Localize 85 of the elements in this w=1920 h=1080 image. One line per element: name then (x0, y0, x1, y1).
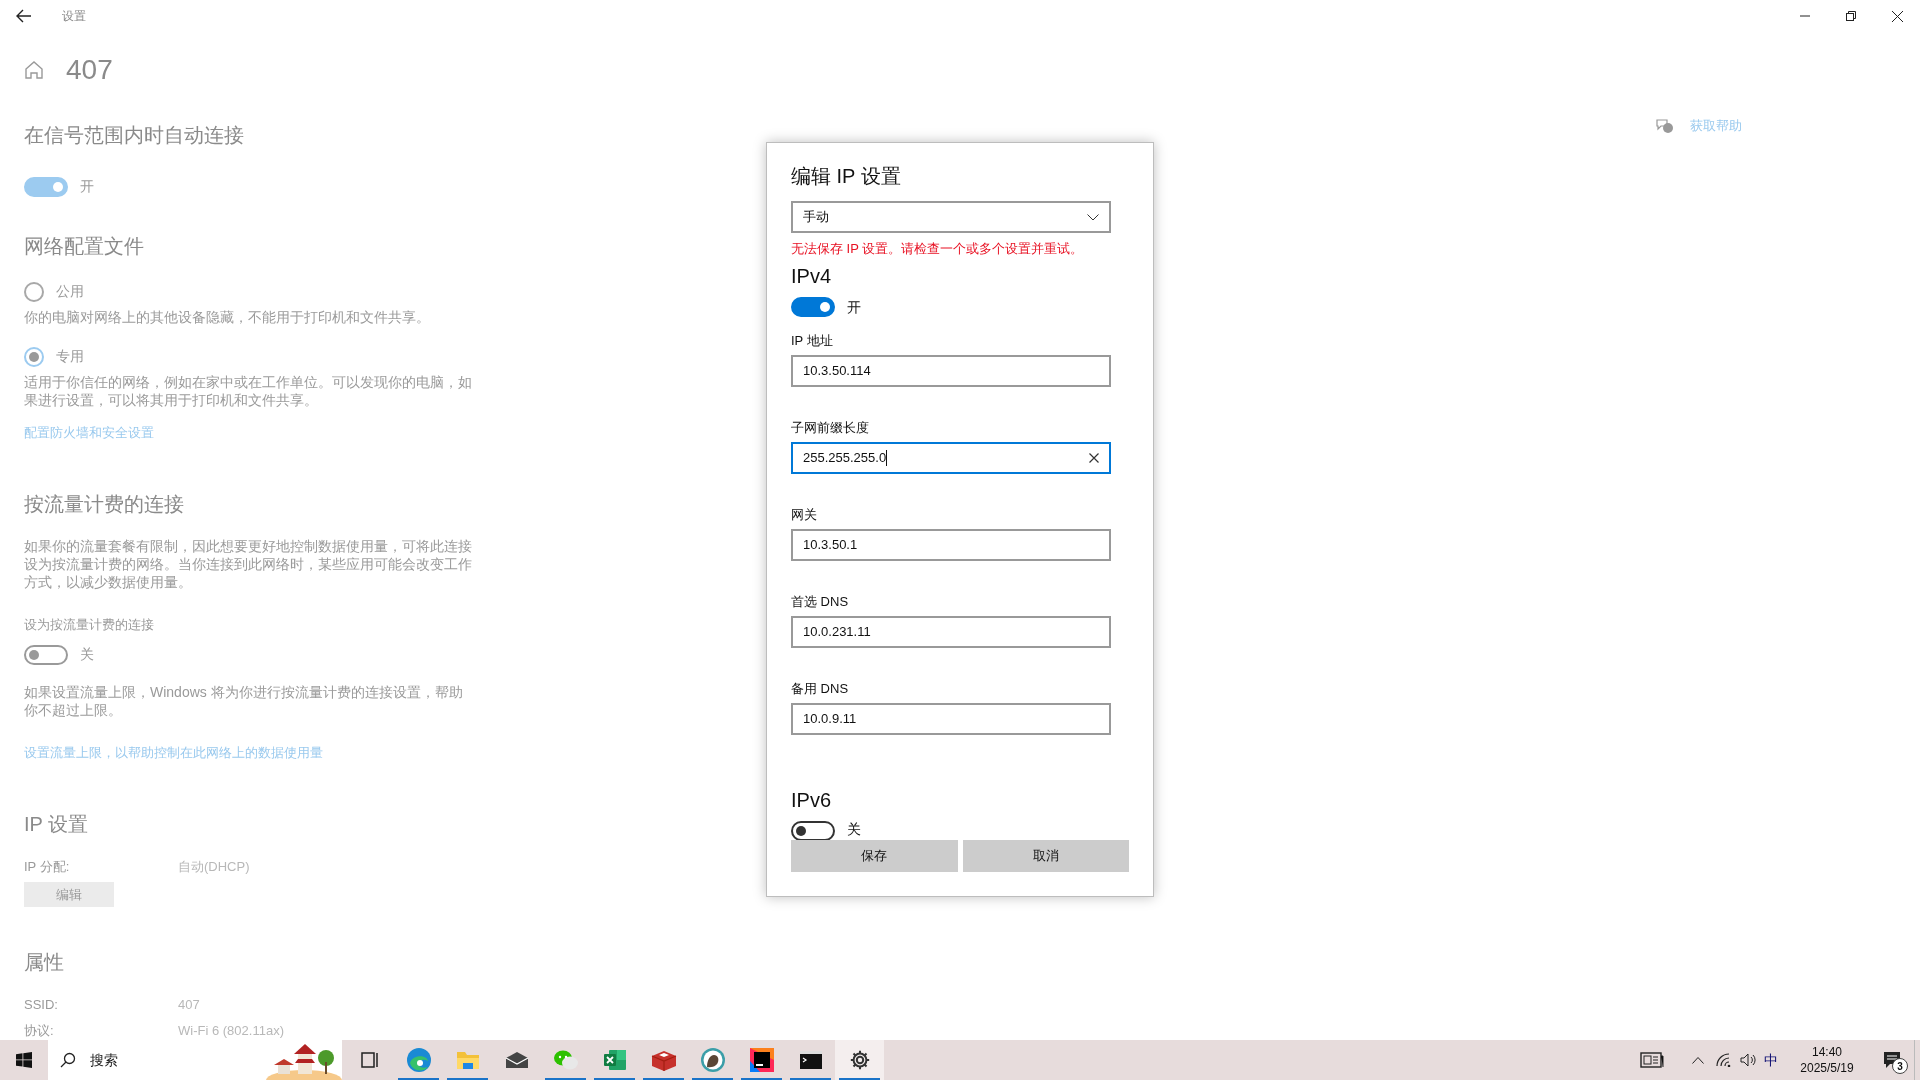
cancel-button[interactable]: 取消 (962, 840, 1129, 872)
toggle-switch[interactable] (791, 297, 835, 317)
property-value: 407 (178, 996, 200, 1014)
toggle-state-label: 开 (847, 297, 861, 317)
clock[interactable]: 14:40 2025/5/19 (1790, 1044, 1864, 1076)
toggle-state-label: 开 (80, 177, 94, 196)
toggle-state-label: 关 (80, 645, 94, 664)
text-field[interactable]: 10.3.50.114 (791, 354, 1111, 387)
round-badge-icon (699, 1047, 726, 1073)
running-indicator (545, 1078, 586, 1080)
search-icon (60, 1052, 76, 1068)
metered-description: 如果你的流量套餐有限制，因此想要更好地控制数据使用量，可将此连接设为按流量计费的网络。当你连接到此网络时，某些应用可能会改变工作方式，以减少数据使用量。 (24, 536, 473, 591)
browser-icon (405, 1047, 432, 1073)
toggle-switch[interactable] (791, 820, 835, 840)
newspaper-icon (1640, 1052, 1664, 1068)
property-value: 自动(DHCP) (178, 857, 250, 876)
running-indicator (398, 1078, 439, 1080)
section-heading: 属性 (24, 950, 64, 975)
section-heading: 按流量计费的连接 (24, 491, 184, 517)
running-indicator (741, 1078, 782, 1080)
folder-icon (455, 1049, 480, 1071)
text-field[interactable]: 10.3.50.1 (791, 528, 1111, 561)
section-heading: IPv6 (791, 787, 832, 813)
toggle-caption: 设为按流量计费的连接 (24, 615, 154, 634)
chat-bubbles-icon (552, 1049, 579, 1071)
search-field[interactable]: 搜索 (48, 1040, 342, 1080)
field-label: IP 地址 (791, 331, 834, 350)
gear-icon (848, 1049, 871, 1071)
field-label: 首选 DNS (791, 592, 850, 611)
running-indicator (447, 1078, 488, 1080)
window-title: 设置 (62, 8, 86, 25)
radio-button[interactable] (24, 346, 44, 367)
error-message: 无法保存 IP 设置。请检查一个或多个设置并重试。 (791, 240, 1084, 258)
field-label: 网关 (791, 505, 818, 524)
task-view-icon (360, 1052, 379, 1068)
running-indicator (839, 1078, 880, 1080)
running-indicator (692, 1078, 733, 1080)
terminal-icon (798, 1050, 823, 1070)
wifi-icon[interactable] (1716, 1053, 1732, 1067)
taskbar-button[interactable] (835, 1040, 884, 1080)
close-icon (1891, 10, 1903, 22)
property-label: 协议: (24, 1021, 55, 1040)
save-button[interactable]: 保存 (791, 840, 958, 872)
chevron-up-icon[interactable] (1692, 1056, 1704, 1064)
mode-dropdown[interactable]: 手动 (791, 201, 1111, 233)
option-description: 适用于你信任的网络，例如在家中或在工作单位。可以发现你的电脑，如果进行设置，可以将其用于打印机和文件共享。 (24, 373, 473, 409)
property-value: Wi-Fi 6 (802.11ax) (178, 1021, 284, 1040)
page-title: 407 (66, 56, 113, 84)
square-logo-icon (748, 1047, 775, 1073)
chevron-down-icon (1087, 213, 1099, 221)
section-heading: IP 设置 (24, 811, 89, 837)
help-chat-icon (1656, 117, 1674, 134)
property-label: SSID: (24, 996, 59, 1014)
cube-stack-icon (650, 1048, 677, 1072)
text-field[interactable]: 255.255.255.0 (791, 441, 1111, 474)
restore-icon (1846, 11, 1856, 21)
notification-count: 3 (1892, 1058, 1908, 1074)
toggle-switch[interactable] (24, 644, 68, 665)
running-indicator (643, 1078, 684, 1080)
running-indicator (790, 1078, 831, 1080)
windows-logo-icon (16, 1052, 32, 1068)
section-heading: 网络配置文件 (24, 234, 144, 259)
text-field[interactable]: 10.0.9.11 (791, 702, 1111, 735)
dialog-title: 编辑 IP 设置 (791, 164, 901, 189)
home-icon[interactable] (24, 61, 44, 79)
radio-label: 公用 (56, 282, 84, 301)
back-arrow-icon (16, 9, 32, 23)
field-label: 子网前缀长度 (791, 418, 870, 437)
envelope-icon (504, 1051, 529, 1069)
option-description: 你的电脑对网络上的其他设备隐藏，不能用于打印机和文件共享。 (24, 308, 431, 326)
clear-icon[interactable] (1089, 452, 1099, 463)
notification-button[interactable]: 3 (1870, 1040, 1914, 1080)
section-heading: 在信号范围内时自动连接 (24, 123, 244, 148)
spreadsheet-icon (602, 1048, 627, 1072)
field-label: 备用 DNS (791, 679, 850, 698)
toggle-state-label: 关 (847, 820, 861, 836)
section-heading: IPv4 (791, 263, 832, 289)
radio-label: 专用 (56, 347, 84, 366)
text-field[interactable]: 10.0.231.11 (791, 615, 1111, 648)
speaker-icon[interactable] (1740, 1053, 1758, 1067)
running-indicator (594, 1078, 635, 1080)
input-method-indicator[interactable]: 中 (1764, 1049, 1778, 1071)
data-limit-note: 如果设置流量上限，Windows 将为你进行按流量计费的连接设置，帮助你不超过上限。 (24, 683, 464, 719)
property-label: IP 分配: (24, 857, 71, 876)
radio-button[interactable] (24, 281, 44, 302)
